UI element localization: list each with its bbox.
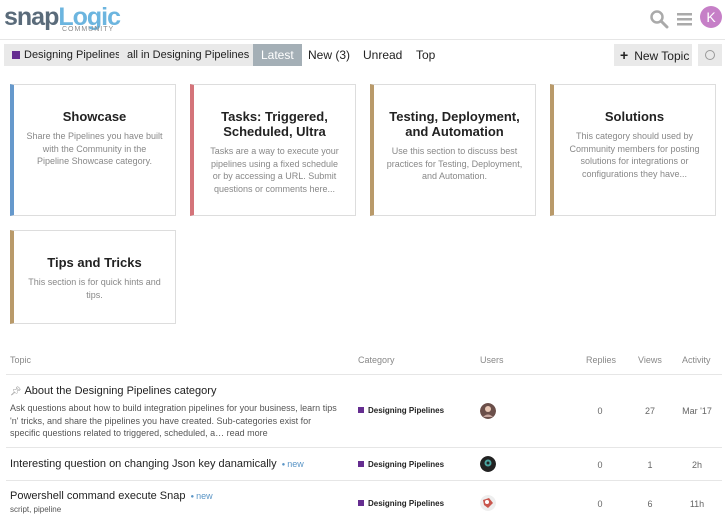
column-header-users: Users — [480, 355, 504, 365]
column-header-replies[interactable]: Replies — [586, 355, 616, 365]
category-title: Showcase — [62, 109, 127, 124]
category-card-testing[interactable]: Testing, Deployment, and Automation Use … — [370, 84, 536, 216]
notification-level-button[interactable] — [698, 44, 722, 66]
column-header-activity[interactable]: Activity — [682, 355, 711, 365]
subcategory-dropdown[interactable]: all in Designing Pipelines — [119, 44, 271, 66]
user-avatar[interactable] — [480, 456, 496, 472]
plus-icon: + — [620, 47, 629, 63]
topic-excerpt: Ask questions about how to build integra… — [10, 403, 337, 438]
pin-icon: 📌︎ — [10, 386, 22, 396]
views-count: 1 — [647, 460, 653, 470]
row-divider — [6, 480, 722, 481]
replies-count: 0 — [597, 406, 603, 416]
activity-time[interactable]: Mar '17 — [678, 406, 716, 416]
topic-category-badge[interactable]: Designing Pipelines — [358, 499, 444, 508]
tab-unread[interactable]: Unread — [355, 44, 410, 66]
category-card-tasks[interactable]: Tasks: Triggered, Scheduled, Ultra Tasks… — [190, 84, 356, 216]
category-title: Tasks: Triggered, Scheduled, Ultra — [221, 109, 328, 139]
topic-category-badge[interactable]: Designing Pipelines — [358, 406, 444, 415]
new-badge[interactable]: new — [282, 459, 304, 469]
header-divider — [6, 374, 722, 375]
category-color-swatch — [12, 51, 20, 59]
hamburger-menu-icon[interactable] — [675, 9, 695, 29]
activity-time[interactable]: 11h — [678, 499, 716, 509]
column-header-views[interactable]: Views — [638, 355, 662, 365]
category-description: This section is for quick hints and tips… — [28, 277, 161, 300]
logo-subtitle: COMMUNITY — [62, 26, 115, 33]
replies-count: 0 — [597, 460, 603, 470]
tab-latest[interactable]: Latest — [253, 44, 302, 66]
row-divider — [6, 447, 722, 448]
topic-title-link[interactable]: 📌︎ About the Designing Pipelines category — [10, 385, 216, 397]
column-header-category: Category — [358, 355, 395, 365]
navigation-bar: Designing Pipelines all in Designing Pip… — [0, 42, 725, 66]
user-avatar[interactable]: K — [700, 6, 722, 28]
user-avatar[interactable] — [480, 495, 496, 511]
category-description: Tasks are a way to execute your pipeline… — [210, 146, 339, 194]
tab-new[interactable]: New (3) — [300, 44, 358, 66]
tab-top[interactable]: Top — [408, 44, 443, 66]
site-header: snapLogic COMMUNITY K — [0, 0, 725, 40]
category-description: Use this section to discuss best practic… — [386, 146, 523, 181]
category-card-showcase[interactable]: Showcase Share the Pipelines you have bu… — [10, 84, 176, 216]
topic-title-link[interactable]: Interesting question on changing Json ke… — [10, 458, 304, 470]
column-header-topic[interactable]: Topic — [10, 355, 31, 365]
category-title: Tips and Tricks — [47, 255, 142, 270]
category-title: Testing, Deployment, and Automation — [389, 109, 520, 139]
category-card-tips[interactable]: Tips and Tricks This section is for quic… — [10, 230, 176, 324]
new-badge[interactable]: new — [190, 491, 212, 501]
replies-count: 0 — [597, 499, 603, 509]
category-description: This category should used by Community m… — [569, 131, 700, 179]
topic-category-badge[interactable]: Designing Pipelines — [358, 460, 444, 469]
user-avatar[interactable] — [480, 403, 496, 419]
category-description: Share the Pipelines you have built with … — [26, 131, 163, 166]
views-count: 6 — [647, 499, 653, 509]
activity-time[interactable]: 2h — [678, 460, 716, 470]
views-count: 27 — [644, 406, 655, 416]
snaplogic-logo[interactable]: snapLogic COMMUNITY — [4, 4, 121, 36]
search-icon[interactable] — [649, 9, 669, 29]
topic-title-link[interactable]: Powershell command execute Snapnew — [10, 490, 213, 502]
circle-icon — [705, 50, 715, 60]
topic-tags[interactable]: script, pipeline — [10, 505, 61, 514]
read-more-link[interactable]: read more — [227, 428, 268, 438]
new-topic-button[interactable]: + New Topic — [614, 44, 692, 66]
category-title: Solutions — [604, 109, 665, 124]
category-card-solutions[interactable]: Solutions This category should used by C… — [550, 84, 716, 216]
